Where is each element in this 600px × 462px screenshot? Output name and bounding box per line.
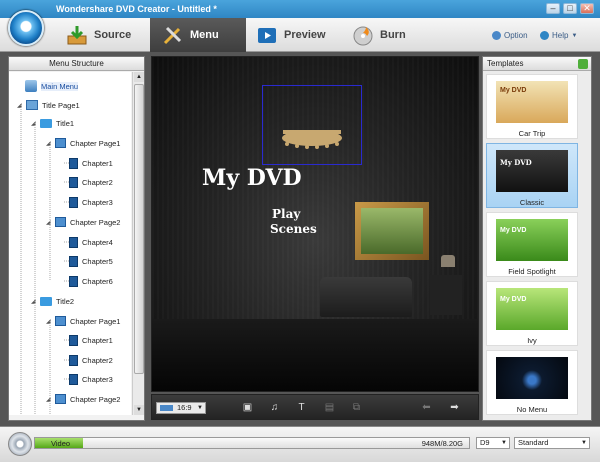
help-label: Help [552,31,569,40]
picture-frame[interactable] [355,202,429,260]
burn-disc-icon [352,24,374,46]
tab-source-label: Source [94,29,132,41]
scenes-button-text[interactable]: Scenes [270,222,317,236]
car-trip-thumbnail: My DVD [496,81,568,123]
ivy-thumbnail: My DVD [496,288,568,330]
tab-menu-label: Menu [190,29,219,41]
template-no-menu[interactable]: No Menu [486,350,578,415]
window-title: Wondershare DVD Creator - Untitled * [56,4,217,14]
download-icon [66,24,88,46]
template-classic[interactable]: My DVD Classic [486,143,578,208]
template-field-spotlight[interactable]: My DVD Field Spotlight [486,212,578,277]
menu-tools-icon [162,24,184,46]
app-window: Wondershare DVD Creator - Untitled * – □… [0,0,600,462]
side-table-decoration [430,275,462,315]
preview-toolbar: 16:9 ▼ ▣ ♫ T ▤ ⧉ ⬅ ➡ [151,394,479,420]
template-label: Classic [519,198,545,207]
menu-tree: Main Menu ◢ Title Page1 ◢ Title1 ◢ Chapt… [9,72,131,415]
classic-thumbnail: My DVD [496,150,568,192]
template-label: No Menu [516,405,548,414]
download-templates-icon[interactable] [578,59,588,69]
tab-burn[interactable]: Burn [346,18,440,52]
template-label: Ivy [527,336,537,345]
scroll-thumb[interactable] [134,84,144,374]
media-type-label: Video [51,439,71,448]
selection-box[interactable] [262,85,362,165]
app-logo [8,10,44,46]
help-button[interactable]: Help ▼ [540,31,577,40]
scroll-down-icon[interactable]: ▼ [134,405,144,415]
sofa-decoration [320,277,412,317]
arrow-right-icon[interactable]: ➡ [448,401,461,414]
tree-connector-lines [20,105,69,415]
disc-type-select[interactable]: D9 ▼ [476,437,510,449]
tree-scrollbar[interactable]: ▲ ▼ [132,72,144,415]
no-menu-thumbnail [496,357,568,399]
template-car-trip[interactable]: My DVD Car Trip [486,74,578,139]
capacity-text: 948M/8.20G [421,439,463,448]
lamp-decoration [441,255,455,267]
scroll-up-icon[interactable]: ▲ [134,72,144,82]
close-button[interactable]: ✕ [580,3,594,14]
menu-preview-canvas[interactable]: My DVD Play Scenes [151,56,479,392]
option-button[interactable]: Option [492,31,528,40]
tab-burn-label: Burn [380,29,406,41]
menu-title-text[interactable]: My DVD [202,165,302,191]
arrow-left-icon[interactable]: ⬅ [420,401,433,414]
chapter-icon[interactable]: ▤ [323,401,336,414]
tab-menu[interactable]: Menu [150,18,246,52]
status-bar: Video 948M/8.20G D9 ▼ Standard ▼ [0,426,600,462]
template-label: Field Spotlight [508,267,556,276]
chevron-down-icon: ▼ [501,440,507,446]
main-nav: Source Menu Preview Burn Option Help ▼ [0,18,600,52]
field-spotlight-thumbnail: My DVD [496,219,568,261]
menu-structure-panel: Menu Structure Main Menu ◢ Title Page1 ◢… [8,56,145,421]
disc-icon [8,432,32,456]
aspect-ratio-select[interactable]: 16:9 ▼ [156,402,206,414]
video-thumbnail [361,208,423,254]
menu-structure-header: Menu Structure [9,57,144,71]
gear-icon [492,31,501,40]
floor [152,319,478,391]
play-button-text[interactable]: Play [272,207,300,221]
music-icon[interactable]: ♫ [268,401,281,414]
add-background-icon[interactable]: ▣ [241,401,254,414]
add-text-icon[interactable]: T [295,401,308,414]
tab-preview-label: Preview [284,29,326,41]
capacity-progress: Video 948M/8.20G [34,437,470,449]
chevron-down-icon: ▼ [571,32,578,39]
templates-header: Templates [483,57,591,71]
help-icon [540,31,549,40]
title-bar: Wondershare DVD Creator - Untitled * – □… [0,0,600,18]
chevron-down-icon: ▼ [581,440,587,446]
quality-select[interactable]: Standard ▼ [514,437,590,449]
template-ivy[interactable]: My DVD Ivy [486,281,578,346]
option-label: Option [504,31,528,40]
chandelier-icon [282,130,342,149]
film-icon [256,24,278,46]
tab-preview[interactable]: Preview [248,18,344,52]
screen-icon [160,405,173,411]
tab-source[interactable]: Source [56,18,148,52]
template-label: Car Trip [518,129,546,138]
chevron-down-icon: ▼ [197,405,203,411]
minimize-button[interactable]: – [546,3,560,14]
maximize-button[interactable]: □ [563,3,577,14]
thumbnail-icon[interactable]: ⧉ [350,401,363,414]
